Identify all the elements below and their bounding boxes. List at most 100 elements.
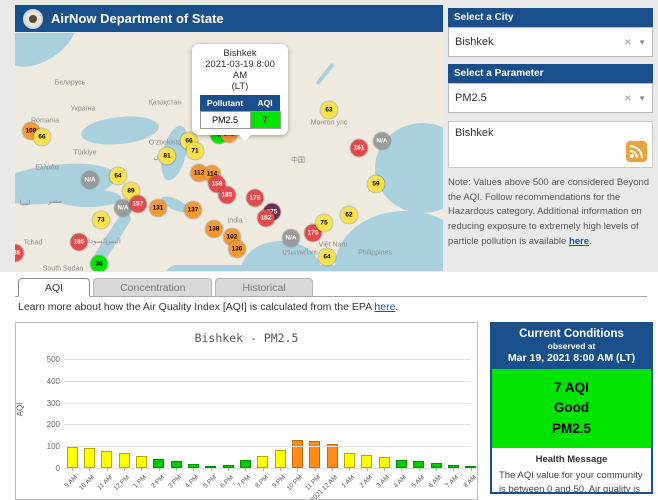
- chart-bar[interactable]: [118, 453, 130, 468]
- chart-x-tick: [141, 468, 143, 471]
- aqi-map-marker[interactable]: 157: [129, 195, 147, 213]
- aqi-map-marker[interactable]: 66: [33, 128, 51, 146]
- city-select-value: Bishkek: [455, 36, 494, 48]
- chart-bar[interactable]: [135, 456, 147, 468]
- aqi-map-marker[interactable]: 75: [315, 214, 333, 232]
- chart-bar[interactable]: [274, 450, 286, 468]
- parameter-select-value: PM2.5: [455, 92, 487, 104]
- chart-x-tick: [384, 468, 386, 471]
- chart-plot-area: [64, 359, 477, 468]
- aqi-map-marker[interactable]: 62: [340, 206, 358, 224]
- popup-col-pollutant: Pollutant: [200, 95, 250, 112]
- map-country-label: Philippines: [358, 249, 392, 257]
- map-country-label: ليبيا: [19, 200, 31, 207]
- map-country-label: Қазақстан: [148, 99, 182, 107]
- current-conditions-header: Current Conditions observed at Mar 19, 2…: [492, 324, 651, 369]
- tab-concentration[interactable]: Concentration: [93, 278, 213, 297]
- aqi-map-marker[interactable]: 81: [158, 147, 176, 165]
- popup-col-aqi: AQI: [250, 95, 280, 112]
- rss-city-label: Bishkek: [455, 127, 494, 139]
- aqi-map-marker[interactable]: 131: [149, 199, 167, 217]
- chart-gridline: [64, 380, 471, 382]
- clear-icon[interactable]: ×: [624, 91, 631, 105]
- chart-x-tick: [470, 468, 472, 471]
- map-country-label: مصر: [48, 198, 62, 205]
- chart-bar[interactable]: [413, 460, 425, 468]
- chart-x-tick: [262, 468, 264, 471]
- chart-bar[interactable]: [257, 456, 269, 468]
- app-header: AirNow Department of State: [15, 5, 443, 32]
- aqi-map-marker[interactable]: 185: [218, 186, 236, 204]
- map-country-label: South Sudan: [42, 265, 84, 272]
- chart-bar[interactable]: [239, 460, 251, 468]
- chart-bar[interactable]: [395, 459, 407, 468]
- aqi-map-marker[interactable]: 64: [109, 167, 127, 185]
- aqi-map-marker[interactable]: N/A: [81, 171, 99, 189]
- airnow-page: AirNow Department of State Беларусь Украї…: [0, 0, 658, 500]
- aqi-map-marker[interactable]: 63: [320, 101, 338, 119]
- map[interactable]: Беларусь Україна Romania Türkiye Ελλάδα Қазақ…: [15, 33, 443, 271]
- learn-more-text: Learn more about how the Air Quality Ind…: [18, 301, 399, 313]
- indian-ocean: [165, 265, 443, 271]
- chart-bar[interactable]: [309, 440, 321, 468]
- aqi-map-marker[interactable]: 178: [246, 189, 264, 207]
- learn-more-here-link[interactable]: here: [374, 301, 395, 313]
- aqi-map-marker[interactable]: N/A: [373, 132, 391, 150]
- map-country-label: India: [227, 217, 243, 225]
- aqi-map-marker[interactable]: 64: [318, 248, 336, 266]
- aqi-map-marker[interactable]: 186: [15, 244, 24, 262]
- clear-icon[interactable]: ×: [624, 35, 631, 49]
- aqi-map-marker[interactable]: 161: [350, 139, 368, 157]
- lake-baikal: [315, 62, 335, 86]
- city-select[interactable]: Bishkek × ▼: [448, 27, 653, 57]
- chart-x-tick: [176, 468, 178, 471]
- aqi-map-marker[interactable]: 73: [92, 211, 110, 229]
- aqi-map-marker[interactable]: 138: [205, 220, 223, 238]
- chart-bar[interactable]: [153, 458, 165, 468]
- chart-x-tick: [349, 468, 351, 471]
- aqi-note: Note: Values above 500 are considered Be…: [448, 177, 650, 247]
- aqi-chart-panel: Bishkek - PM2.5 AQI 0 100 200 300 400 500 9 AM…: [15, 322, 478, 500]
- chevron-down-icon[interactable]: ▼: [638, 94, 646, 103]
- page-title: AirNow Department of State: [51, 11, 224, 26]
- aqi-map-marker[interactable]: 137: [184, 201, 202, 219]
- aqi-map-marker[interactable]: 36: [90, 255, 108, 271]
- chart-bar[interactable]: [361, 454, 373, 468]
- chart-y-tick-label: 400: [46, 376, 60, 386]
- current-conditions-title: Current Conditions: [519, 328, 624, 340]
- chart-bar[interactable]: [291, 440, 303, 468]
- popup-datetime: 2021-03-19 8:00 AM: [205, 59, 275, 81]
- aqi-value-block: 7 AQI Good PM2.5: [492, 369, 651, 448]
- chart-x-tick: [401, 468, 403, 471]
- aqi-map-marker[interactable]: 182: [257, 209, 275, 227]
- observed-datetime: Mar 19, 2021 8:00 AM (LT): [507, 352, 636, 364]
- chart-bar[interactable]: [326, 444, 338, 468]
- chart-x-tick: [89, 468, 91, 471]
- chart-y-axis-label: AQI: [15, 402, 25, 417]
- chart-bar[interactable]: [378, 456, 390, 468]
- chart-y-tick-label: 200: [46, 420, 60, 430]
- rss-icon[interactable]: [626, 141, 647, 162]
- aqi-map-marker[interactable]: 59: [367, 175, 385, 193]
- chart-bar[interactable]: [83, 447, 95, 468]
- aqi-map-marker[interactable]: 71: [186, 142, 204, 160]
- chart-x-tick: [228, 468, 230, 471]
- aqi-map-marker[interactable]: 185: [70, 233, 88, 251]
- tab-historical[interactable]: Historical: [215, 278, 313, 297]
- aqi-map-marker[interactable]: N/A: [282, 229, 300, 247]
- health-message-title: Health Message: [535, 453, 608, 465]
- note-here-link[interactable]: here: [569, 236, 589, 247]
- chart-bar[interactable]: [101, 450, 113, 468]
- chart-bar[interactable]: [66, 447, 78, 468]
- select-parameter-header: Select a Parameter: [448, 64, 653, 83]
- health-message-text: The AQI value for your community is betw…: [499, 469, 643, 494]
- aqi-map-marker[interactable]: 136: [228, 240, 246, 258]
- state-department-seal-icon: [23, 8, 43, 29]
- chart-bar[interactable]: [343, 452, 355, 468]
- current-conditions-panel: Current Conditions observed at Mar 19, 2…: [490, 322, 653, 494]
- tab-aqi[interactable]: AQI: [18, 278, 91, 297]
- parameter-select[interactable]: PM2.5 × ▼: [448, 83, 653, 113]
- baltic-sea: [15, 33, 87, 79]
- chart-y-tick-label: 500: [46, 355, 60, 364]
- chevron-down-icon[interactable]: ▼: [638, 38, 646, 47]
